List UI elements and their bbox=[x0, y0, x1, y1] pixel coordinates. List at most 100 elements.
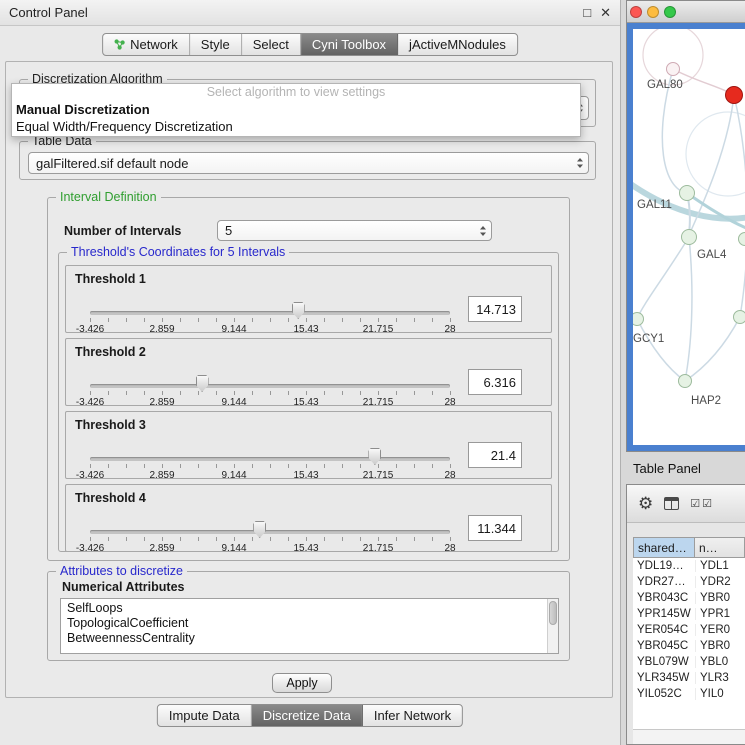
tab-select[interactable]: Select bbox=[242, 34, 301, 55]
network-node[interactable] bbox=[666, 62, 680, 76]
checkbox-icons[interactable]: ☑☑ bbox=[690, 497, 714, 510]
close-traffic-light-icon[interactable] bbox=[630, 6, 642, 18]
top-tab-bar: NetworkStyleSelectCyni Toolbox jActiveMNo… bbox=[102, 33, 518, 56]
slider-track[interactable] bbox=[90, 530, 450, 534]
threshold-panel: Threshold 4 -3.4262.8599.14415.4321.7152… bbox=[65, 484, 552, 552]
threshold-value-field[interactable]: 14.713 bbox=[468, 296, 522, 322]
network-node-label: GAL80 bbox=[647, 79, 683, 91]
combo-arrows-icon bbox=[479, 225, 487, 237]
threshold-slider[interactable]: -3.4262.8599.14415.4321.71528 bbox=[90, 302, 450, 334]
scale-label: -3.426 bbox=[76, 397, 104, 408]
threshold-value-field[interactable]: 21.4 bbox=[468, 442, 522, 468]
table-toolbar: ⚙ ☑☑ bbox=[627, 485, 745, 523]
slider-track[interactable] bbox=[90, 311, 450, 315]
attributes-scrollbar[interactable] bbox=[547, 599, 558, 653]
threshold-slider[interactable]: -3.4262.8599.14415.4321.71528 bbox=[90, 448, 450, 480]
network-node-label: GCY1 bbox=[633, 333, 664, 345]
threshold-slider[interactable]: -3.4262.8599.14415.4321.71528 bbox=[90, 375, 450, 407]
tab-style[interactable]: Style bbox=[190, 34, 242, 55]
interval-group-label: Interval Definition bbox=[56, 190, 161, 204]
table-data-combo[interactable]: galFiltered.sif default node bbox=[28, 152, 589, 174]
network-window-titlebar[interactable] bbox=[627, 1, 745, 23]
scale-label: 2.859 bbox=[149, 324, 174, 335]
window-buttons: □ ✕ bbox=[583, 5, 611, 21]
tab-label: Infer Network bbox=[374, 708, 451, 723]
minimize-traffic-light-icon[interactable] bbox=[647, 6, 659, 18]
slider-track[interactable] bbox=[90, 384, 450, 388]
network-node[interactable] bbox=[679, 185, 695, 201]
tab-jactivemnodules[interactable]: jActiveMNodules bbox=[398, 34, 517, 55]
table-row[interactable]: YLR345WYLR3 bbox=[633, 670, 745, 686]
tab-impute-data[interactable]: Impute Data bbox=[158, 705, 252, 726]
threshold-value-field[interactable]: 11.344 bbox=[468, 515, 522, 541]
scale-label: 28 bbox=[444, 324, 455, 335]
cell-shared-name: YDL19… bbox=[633, 560, 695, 572]
tab-label: Discretize Data bbox=[263, 708, 351, 723]
cell-shared-name: YER054C bbox=[633, 624, 695, 636]
tab-cyni-toolbox[interactable]: Cyni Toolbox bbox=[301, 34, 398, 55]
combo-arrows-icon bbox=[576, 157, 584, 169]
num-intervals-combo[interactable]: 5 bbox=[217, 220, 492, 241]
table-row[interactable]: YPR145WYPR1 bbox=[633, 606, 745, 622]
slider-ticks bbox=[90, 464, 451, 468]
popup-placeholder-text: Select algorithm to view settings bbox=[12, 84, 580, 101]
network-node[interactable] bbox=[733, 310, 745, 324]
slider-thumb[interactable] bbox=[292, 302, 305, 319]
network-node[interactable] bbox=[678, 374, 692, 388]
threshold-slider[interactable]: -3.4262.8599.14415.4321.71528 bbox=[90, 521, 450, 553]
slider-thumb[interactable] bbox=[368, 448, 381, 465]
column-header[interactable]: shared… bbox=[633, 537, 695, 558]
network-node[interactable] bbox=[725, 86, 743, 104]
network-node[interactable] bbox=[738, 232, 745, 246]
table-row[interactable]: YBL079WYBL0 bbox=[633, 654, 745, 670]
slider-track[interactable] bbox=[90, 457, 450, 461]
table-panel-title: Table Panel bbox=[621, 452, 745, 484]
table-row[interactable]: YBR045CYBR0 bbox=[633, 638, 745, 654]
num-intervals-value: 5 bbox=[225, 223, 232, 238]
scale-label: 28 bbox=[444, 397, 455, 408]
table-panel-window: ⚙ ☑☑ shared…n… YDL19…YDL1YDR27…YDR2YBR04… bbox=[626, 484, 745, 745]
scale-label: 28 bbox=[444, 470, 455, 481]
scale-label: -3.426 bbox=[76, 470, 104, 481]
slider-thumb[interactable] bbox=[253, 521, 266, 538]
zoom-traffic-light-icon[interactable] bbox=[664, 6, 676, 18]
close-window-icon[interactable]: ✕ bbox=[600, 5, 611, 21]
tab-infer-network[interactable]: Infer Network bbox=[363, 705, 462, 726]
attributes-group: Attributes to discretize Numerical Attri… bbox=[47, 571, 570, 661]
tab-network[interactable]: Network bbox=[103, 34, 190, 55]
threshold-label: Threshold 4 bbox=[75, 491, 146, 505]
bottom-tab-bar: Impute Data Discretize Data Infer Network bbox=[157, 704, 463, 727]
table-row[interactable]: YDL19…YDL1 bbox=[633, 558, 745, 574]
cell-name: YER0 bbox=[695, 624, 745, 636]
gear-icon[interactable]: ⚙ bbox=[638, 495, 653, 512]
cell-shared-name: YPR145W bbox=[633, 608, 695, 620]
table-row[interactable]: YIL052CYIL0 bbox=[633, 686, 745, 702]
attribute-item[interactable]: BetweennessCentrality bbox=[67, 631, 558, 646]
table-row[interactable]: YER054CYER0 bbox=[633, 622, 745, 638]
float-window-icon[interactable]: □ bbox=[583, 5, 591, 21]
table-row[interactable]: YDR27…YDR2 bbox=[633, 574, 745, 590]
threshold-value-field[interactable]: 6.316 bbox=[468, 369, 522, 395]
algorithm-option[interactable]: Manual Discretization bbox=[12, 101, 580, 118]
tab-discretize-data[interactable]: Discretize Data bbox=[252, 705, 363, 726]
cell-name: YBR0 bbox=[695, 640, 745, 652]
slider-thumb[interactable] bbox=[196, 375, 209, 392]
horizontal-scrollbar[interactable] bbox=[633, 729, 745, 744]
tab-label: jActiveMNodules bbox=[409, 37, 506, 52]
network-canvas[interactable]: GAL80GAL11GAL4GCY1HAP2 bbox=[633, 29, 745, 445]
threshold-label: Threshold 3 bbox=[75, 418, 146, 432]
columns-icon[interactable] bbox=[664, 497, 679, 510]
numerical-attributes-label: Numerical Attributes bbox=[62, 580, 184, 594]
num-intervals-label: Number of Intervals bbox=[64, 224, 181, 238]
algorithm-option[interactable]: Equal Width/Frequency Discretization bbox=[12, 118, 580, 135]
table-row[interactable]: YBR043CYBR0 bbox=[633, 590, 745, 606]
attribute-item[interactable]: SelfLoops bbox=[67, 601, 558, 616]
threshold-panel: Threshold 3 -3.4262.8599.14415.4321.7152… bbox=[65, 411, 552, 479]
scrollbar-thumb[interactable] bbox=[549, 601, 557, 625]
apply-button[interactable]: Apply bbox=[272, 673, 332, 693]
network-node[interactable] bbox=[681, 229, 697, 245]
column-header[interactable]: n… bbox=[695, 537, 745, 558]
window-title: Control Panel bbox=[9, 5, 88, 20]
attributes-list[interactable]: SelfLoopsTopologicalCoefficientBetweenne… bbox=[60, 598, 559, 654]
attribute-item[interactable]: TopologicalCoefficient bbox=[67, 616, 558, 631]
